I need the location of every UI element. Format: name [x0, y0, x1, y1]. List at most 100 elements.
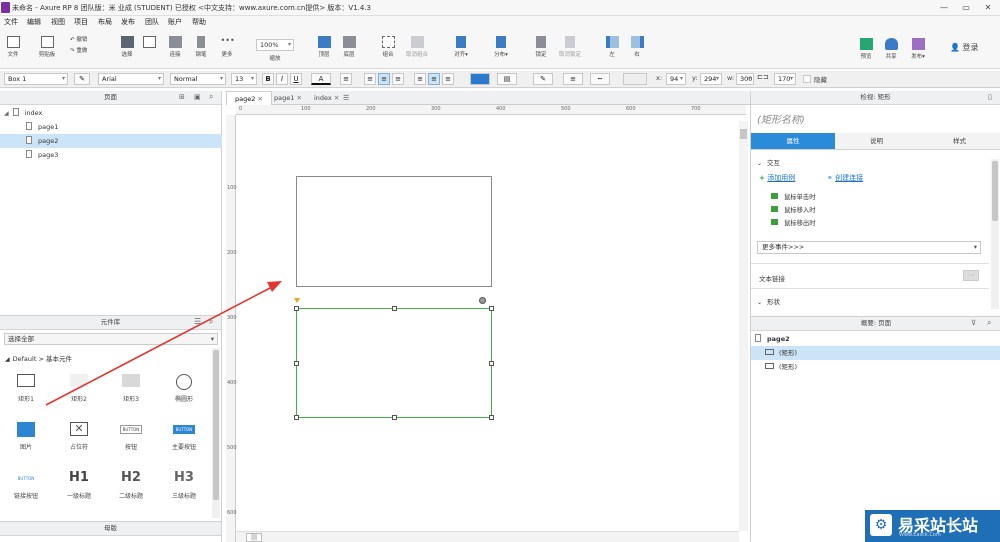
- canvas-rectangle-widget[interactable]: [296, 176, 492, 287]
- align-right-text-icon[interactable]: ≡: [392, 73, 404, 85]
- corner-radius-handle-icon[interactable]: [294, 298, 300, 303]
- tab-style[interactable]: 样式: [918, 133, 1000, 150]
- document-icon[interactable]: ▯: [988, 93, 992, 101]
- resize-handle[interactable]: [489, 361, 494, 366]
- shape-section-header[interactable]: ⌄ 形状: [757, 296, 780, 306]
- menu-project[interactable]: 项目: [74, 17, 88, 27]
- outline-page-node[interactable]: page2: [755, 332, 790, 346]
- resize-handle[interactable]: [294, 361, 299, 366]
- widget-rectangle3[interactable]: 矩形3: [107, 374, 155, 403]
- close-icon[interactable]: ✕: [257, 95, 262, 103]
- bring-to-front-button[interactable]: 顶层: [313, 36, 335, 58]
- file-button[interactable]: 文件: [3, 36, 23, 58]
- preview-button[interactable]: 预览: [856, 38, 876, 60]
- create-link-link[interactable]: ⚭ 创建连接: [827, 173, 863, 183]
- search-icon[interactable]: ⌕: [987, 318, 991, 328]
- page-tree-item[interactable]: page1: [0, 120, 222, 134]
- library-filter-select[interactable]: 选择全部 ▾: [4, 333, 218, 345]
- canvas-bottom-tab[interactable]: |||: [246, 533, 263, 542]
- font-color-button[interactable]: A: [311, 73, 331, 85]
- resize-handle[interactable]: [392, 306, 397, 311]
- resize-handle[interactable]: [392, 415, 397, 420]
- resize-handle[interactable]: [489, 415, 494, 420]
- align-button[interactable]: 对齐▾: [450, 36, 472, 58]
- lock-button[interactable]: 锁定: [531, 36, 551, 58]
- menu-view[interactable]: 视图: [51, 17, 65, 27]
- font-weight-select[interactable]: Normal: [170, 73, 226, 85]
- widget-h3[interactable]: H3 三级标题: [160, 471, 208, 500]
- widget-placeholder[interactable]: ✕ 占位符: [55, 422, 103, 451]
- menu-edit[interactable]: 编辑: [27, 17, 41, 27]
- shape-name-input[interactable]: (矩形名称): [757, 111, 805, 126]
- add-page-icon[interactable]: ⊞: [179, 93, 185, 101]
- text-link-button[interactable]: ⋯: [963, 270, 979, 281]
- widget-rectangle2[interactable]: 矩形2: [55, 374, 103, 403]
- library-group-header[interactable]: ◢ Default > 基本元件: [5, 353, 72, 363]
- close-icon[interactable]: ✕: [334, 94, 339, 102]
- page-tree-item-selected[interactable]: page2: [0, 134, 222, 148]
- clipboard-button[interactable]: 剪贴板: [35, 36, 59, 58]
- scrollbar-thumb[interactable]: [992, 161, 998, 221]
- widget-primary-button[interactable]: BUTTON 主要按钮: [160, 422, 208, 451]
- line-color-button[interactable]: ✎: [533, 73, 553, 85]
- interaction-section-header[interactable]: ⌄ 交互: [757, 157, 780, 167]
- italic-button[interactable]: I: [276, 73, 288, 85]
- pen-button[interactable]: 钢笔: [190, 36, 212, 58]
- select-button[interactable]: 选择: [115, 36, 139, 58]
- scrollbar-thumb[interactable]: [740, 129, 747, 139]
- tab-notes[interactable]: 说明: [835, 133, 918, 150]
- resize-handle[interactable]: [294, 415, 299, 420]
- search-icon[interactable]: ⌕: [209, 92, 213, 102]
- w-input[interactable]: 300: [736, 73, 754, 85]
- align-left-text-icon[interactable]: ≡: [364, 73, 376, 85]
- menu-file[interactable]: 文件: [4, 17, 18, 27]
- ungroup-button[interactable]: 取消组合: [401, 36, 433, 58]
- left-button[interactable]: 左: [604, 36, 620, 58]
- group-button[interactable]: 组合: [377, 36, 399, 58]
- canvas-rectangle-widget-selected[interactable]: [296, 308, 492, 418]
- scrollbar-thumb[interactable]: [213, 350, 219, 500]
- font-family-select[interactable]: Arial: [98, 73, 164, 85]
- shadow-button[interactable]: ▤: [497, 73, 517, 85]
- widget-rectangle1[interactable]: 矩形1: [2, 374, 50, 403]
- tab-index[interactable]: index ✕: [306, 91, 347, 105]
- add-case-link[interactable]: + 添加用例: [759, 173, 795, 183]
- y-input[interactable]: 294: [700, 73, 722, 85]
- widget-ellipse[interactable]: 椭圆形: [160, 374, 208, 403]
- valign-top-icon[interactable]: ≡: [414, 73, 426, 85]
- h-input[interactable]: 170: [774, 73, 796, 85]
- canvas-horizontal-scrollbar[interactable]: |||: [236, 531, 739, 542]
- event-onclick[interactable]: 鼠标单击时: [771, 192, 815, 201]
- event-onmouseenter[interactable]: 鼠标移入时: [771, 205, 815, 214]
- lock-ratio-icon[interactable]: ⊏⊐: [757, 73, 769, 81]
- menu-help[interactable]: 帮助: [192, 17, 206, 27]
- right-button[interactable]: 右: [629, 36, 645, 58]
- masters-panel-header[interactable]: 母版: [0, 522, 221, 536]
- align-center-text-icon[interactable]: ≡: [378, 73, 390, 85]
- search-icon[interactable]: ⌕: [209, 317, 213, 327]
- line-style-button[interactable]: ┅: [590, 73, 610, 85]
- redo-button[interactable]: ↷ 重做: [70, 46, 98, 54]
- menu-publish[interactable]: 发布: [121, 17, 135, 27]
- share-button[interactable]: 共享: [881, 38, 901, 60]
- resize-handle[interactable]: [294, 306, 299, 311]
- close-button[interactable]: ✕: [977, 0, 999, 15]
- valign-bottom-icon[interactable]: ≡: [442, 73, 454, 85]
- hidden-checkbox[interactable]: [803, 75, 811, 83]
- bold-button[interactable]: B: [262, 73, 274, 85]
- distribute-button[interactable]: 分布▾: [490, 36, 512, 58]
- library-scrollbar[interactable]: [212, 348, 220, 518]
- widget-link-button[interactable]: BUTTON 链接按钮: [2, 471, 50, 500]
- outline-item-selected[interactable]: (矩形): [751, 346, 1000, 360]
- line-width-button[interactable]: ≡: [563, 73, 583, 85]
- menu-icon[interactable]: ☰: [194, 317, 201, 326]
- add-folder-icon[interactable]: ▣: [194, 93, 201, 101]
- resize-handle[interactable]: [489, 306, 494, 311]
- undo-button[interactable]: ↶ 撤销: [70, 35, 98, 43]
- valign-middle-icon[interactable]: ≡: [428, 73, 440, 85]
- bullet-list-icon[interactable]: ≡: [340, 73, 352, 85]
- maximize-button[interactable]: ▭: [955, 0, 977, 15]
- fill-color-button[interactable]: [470, 73, 490, 85]
- select-mode-button[interactable]: [140, 36, 158, 50]
- underline-button[interactable]: U: [290, 73, 302, 85]
